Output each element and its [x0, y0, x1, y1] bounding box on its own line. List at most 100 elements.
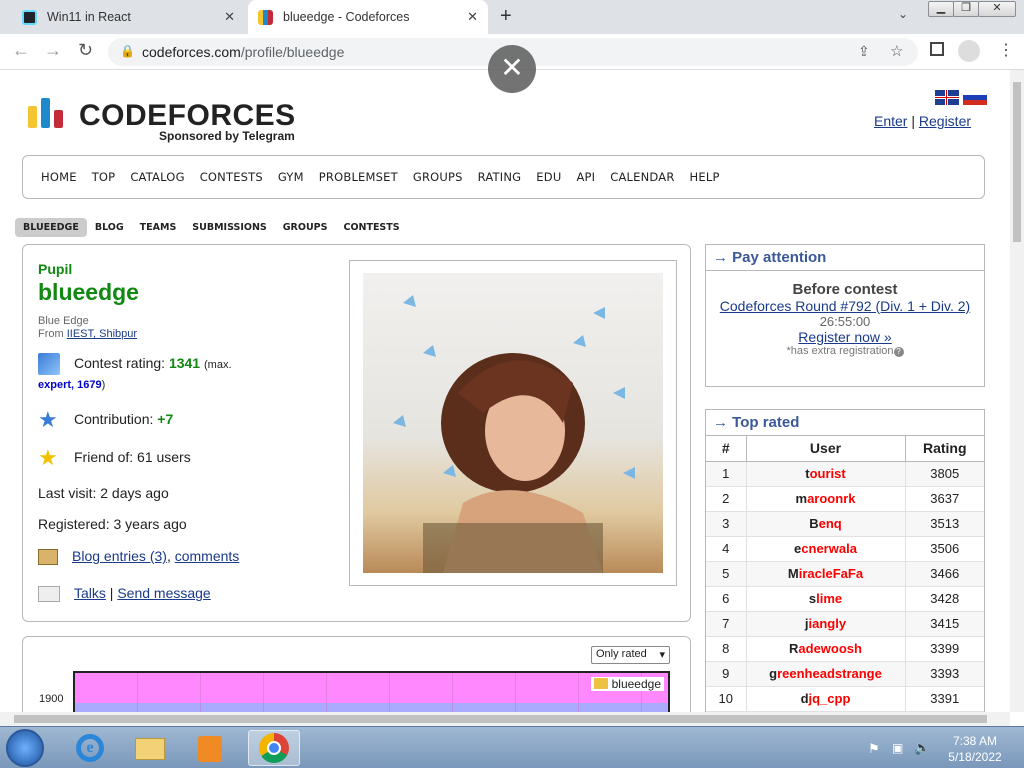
legend-swatch — [594, 678, 609, 689]
subnav-teams[interactable]: TEAMS — [132, 218, 185, 237]
close-tab-icon[interactable]: ✕ — [467, 9, 478, 25]
top-rated-row: 1 tourist 3805 — [706, 461, 984, 487]
close-window-icon[interactable]: ✕ — [978, 1, 1016, 17]
row-rating: 3428 — [905, 586, 984, 612]
row-user[interactable]: maroonrk — [746, 486, 906, 512]
blog-entries-link[interactable]: Blog entries (3) — [72, 548, 167, 564]
top-rated-table: # User Rating 1 tourist 3805 2 maroonrk 3637 3… — [706, 436, 984, 712]
row-user[interactable]: greenheadstrange — [746, 661, 906, 687]
contest-link[interactable]: Codeforces Round #792 (Div. 1 + Div. 2) — [706, 298, 984, 314]
menu-edu[interactable]: EDU — [536, 170, 561, 184]
scroll-thumb[interactable] — [14, 715, 987, 723]
react-favicon-icon — [22, 9, 37, 25]
row-user[interactable]: tourist — [746, 461, 906, 487]
chart-legend: blueedge — [591, 677, 664, 691]
row-rating: 3466 — [905, 561, 984, 587]
subnav-blueedge[interactable]: BLUEEDGE — [15, 218, 87, 237]
forward-icon[interactable]: → — [44, 40, 62, 61]
uk-flag-icon[interactable] — [935, 90, 959, 105]
new-tab-icon[interactable]: + — [500, 5, 512, 28]
main-menu: HOME TOP CATALOG CONTESTS GYM PROBLEMSET… — [22, 155, 985, 199]
menu-catalog[interactable]: CATALOG — [130, 170, 184, 184]
back-icon[interactable]: ← — [12, 40, 30, 61]
restore-icon[interactable]: ❐ — [953, 1, 979, 17]
max-rank-value: expert, 1679 — [38, 379, 102, 391]
subnav-submissions[interactable]: SUBMISSIONS — [184, 218, 274, 237]
flag-notification-icon[interactable]: ⚑ — [868, 741, 880, 757]
enter-link[interactable]: Enter — [874, 113, 907, 129]
row-user[interactable]: Benq — [746, 511, 906, 537]
scroll-thumb[interactable] — [1013, 82, 1021, 242]
register-now-link[interactable]: Register now » — [798, 329, 891, 345]
menu-api[interactable]: API — [576, 170, 595, 184]
system-clock[interactable]: 7:38 AM 5/18/2022 — [940, 733, 1010, 765]
menu-problemset[interactable]: PROBLEMSET — [319, 170, 398, 184]
row-rank: 3 — [706, 511, 747, 537]
close-overlay-button[interactable]: ✕ — [488, 45, 536, 93]
share-icon[interactable]: ⇪ — [858, 43, 870, 60]
tab-codeforces[interactable]: blueedge - Codeforces ✕ — [248, 0, 488, 34]
row-user[interactable]: slime — [746, 586, 906, 612]
row-user[interactable]: djq_cpp — [746, 686, 906, 712]
url-text: codeforces.com/profile/blueedge — [142, 44, 345, 60]
volume-icon[interactable]: 🔈 — [914, 740, 930, 756]
menu-gym[interactable]: GYM — [278, 170, 304, 184]
tab-win11-in-react[interactable]: Win11 in React ✕ — [12, 0, 245, 34]
lock-icon[interactable]: 🔒 — [120, 44, 135, 58]
file-explorer-icon[interactable] — [124, 730, 176, 766]
subnav-contests[interactable]: CONTESTS — [335, 218, 407, 237]
menu-rating[interactable]: RATING — [478, 170, 522, 184]
horizontal-scrollbar[interactable] — [0, 712, 1010, 726]
avatar-frame — [349, 260, 677, 586]
reload-icon[interactable]: ↻ — [78, 40, 93, 61]
start-button[interactable] — [6, 729, 44, 767]
pay-attention-box: → Pay attention Before contest Codeforce… — [705, 244, 985, 387]
top-rated-row: 4 ecnerwala 3506 — [706, 536, 984, 562]
last-visit: Last visit: 2 days ago — [38, 485, 169, 501]
contribution-value: +7 — [157, 411, 174, 427]
row-rank: 1 — [706, 461, 747, 487]
extra-registration-note: *has extra registration? — [706, 345, 984, 357]
profile-avatar-icon[interactable] — [958, 40, 980, 62]
send-message-link[interactable]: Send message — [117, 585, 210, 601]
vertical-scrollbar[interactable] — [1010, 70, 1024, 712]
top-rated-row: 2 maroonrk 3637 — [706, 486, 984, 512]
menu-calendar[interactable]: CALENDAR — [610, 170, 674, 184]
row-user[interactable]: ecnerwala — [746, 536, 906, 562]
subnav-blog[interactable]: BLOG — [87, 218, 132, 237]
row-rating: 3805 — [905, 461, 984, 487]
row-user[interactable]: MiracleFaFa — [746, 561, 906, 587]
close-tab-icon[interactable]: ✕ — [224, 9, 235, 25]
sidepanel-icon[interactable] — [930, 42, 944, 56]
bookmark-star-icon[interactable]: ☆ — [890, 42, 903, 60]
register-link[interactable]: Register — [919, 113, 971, 129]
organization-link[interactable]: IIEST, Shibpur — [67, 328, 137, 340]
row-user[interactable]: jiangly — [746, 611, 906, 637]
y-tick-1900: 1900 — [39, 693, 64, 705]
talks-link[interactable]: Talks — [74, 585, 106, 601]
menu-groups[interactable]: GROUPS — [413, 170, 463, 184]
media-player-icon[interactable] — [184, 730, 236, 766]
only-rated-select[interactable]: Only rated ▾ — [591, 646, 670, 664]
internet-explorer-icon[interactable]: e — [64, 730, 116, 766]
row-rank: 7 — [706, 611, 747, 637]
row-user[interactable]: Radewoosh — [746, 636, 906, 662]
language-flags — [931, 90, 987, 108]
network-icon[interactable]: ▣ — [892, 741, 903, 755]
minimize-icon[interactable]: ▁ — [928, 1, 954, 17]
menu-top[interactable]: TOP — [92, 170, 116, 184]
menu-contests[interactable]: CONTESTS — [200, 170, 263, 184]
chrome-icon[interactable] — [248, 730, 300, 766]
profile-subnav: BLUEEDGE BLOG TEAMS SUBMISSIONS GROUPS C… — [15, 218, 408, 237]
subnav-groups[interactable]: GROUPS — [275, 218, 336, 237]
russia-flag-icon[interactable] — [963, 90, 987, 105]
menu-help[interactable]: HELP — [690, 170, 720, 184]
chevron-down-icon[interactable]: ⌄ — [898, 7, 908, 21]
top-rated-row: 8 Radewoosh 3399 — [706, 636, 984, 662]
menu-home[interactable]: HOME — [41, 170, 77, 184]
row-rating: 3506 — [905, 536, 984, 562]
comments-link[interactable]: comments — [175, 548, 240, 564]
more-menu-icon[interactable]: ⋮ — [998, 40, 1014, 60]
chevron-down-icon: ▾ — [659, 649, 665, 661]
top-rated-row: 6 slime 3428 — [706, 586, 984, 612]
